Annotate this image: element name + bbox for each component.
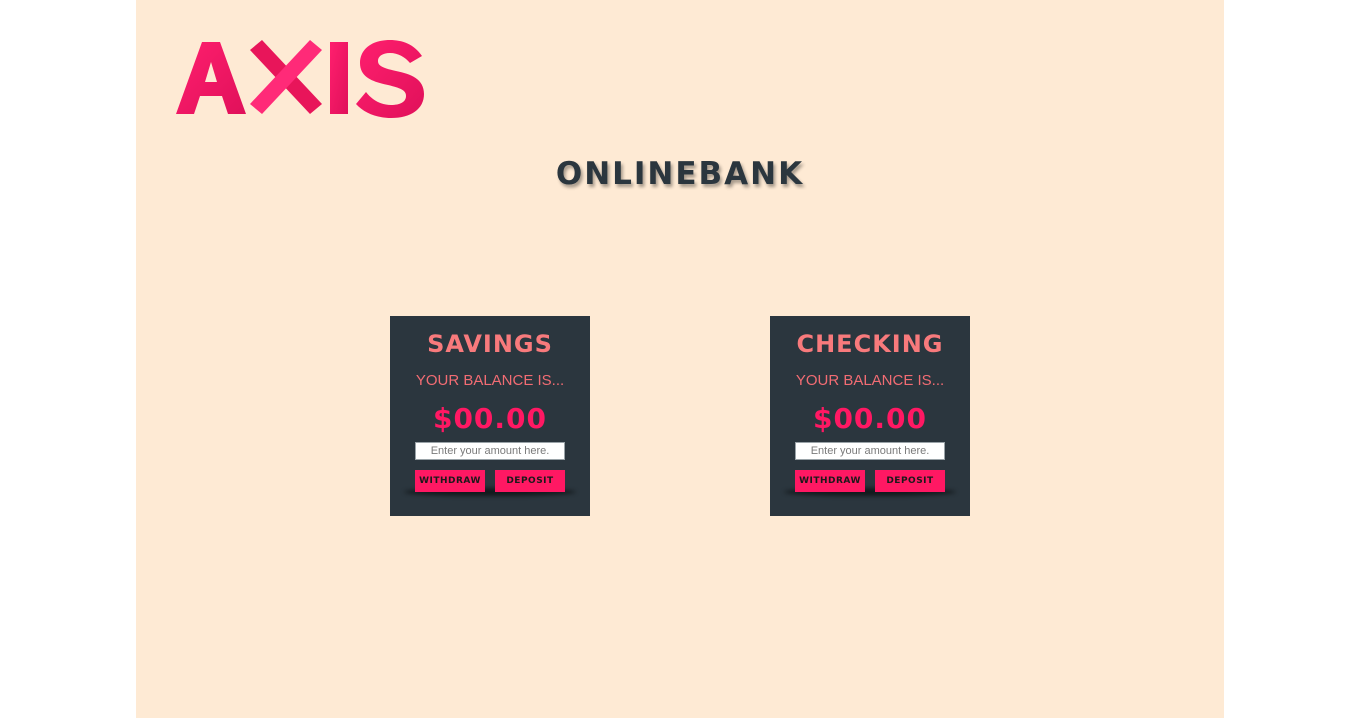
account-title: SAVINGS <box>427 330 553 358</box>
balance-amount: $00.00 <box>432 402 548 435</box>
account-title: CHECKING <box>796 330 944 358</box>
balance-label: YOUR BALANCE IS... <box>795 372 945 389</box>
checking-account-card: CHECKING YOUR BALANCE IS... $00.00 WITHD… <box>770 316 970 516</box>
axis-logo <box>176 40 424 118</box>
page-container: ONLINEBANK SAVINGS YOUR BALANCE IS... $0… <box>136 0 1224 718</box>
savings-account-card: SAVINGS YOUR BALANCE IS... $00.00 WITHDR… <box>390 316 590 516</box>
deposit-button[interactable]: DEPOSIT <box>495 470 565 492</box>
site-title: ONLINEBANK <box>555 156 805 192</box>
balance-label: YOUR BALANCE IS... <box>415 372 565 389</box>
amount-input[interactable] <box>415 442 565 460</box>
withdraw-button[interactable]: WITHDRAW <box>795 470 865 492</box>
deposit-button[interactable]: DEPOSIT <box>875 470 945 492</box>
amount-input[interactable] <box>795 442 945 460</box>
balance-amount: $00.00 <box>812 402 928 435</box>
withdraw-button[interactable]: WITHDRAW <box>415 470 485 492</box>
